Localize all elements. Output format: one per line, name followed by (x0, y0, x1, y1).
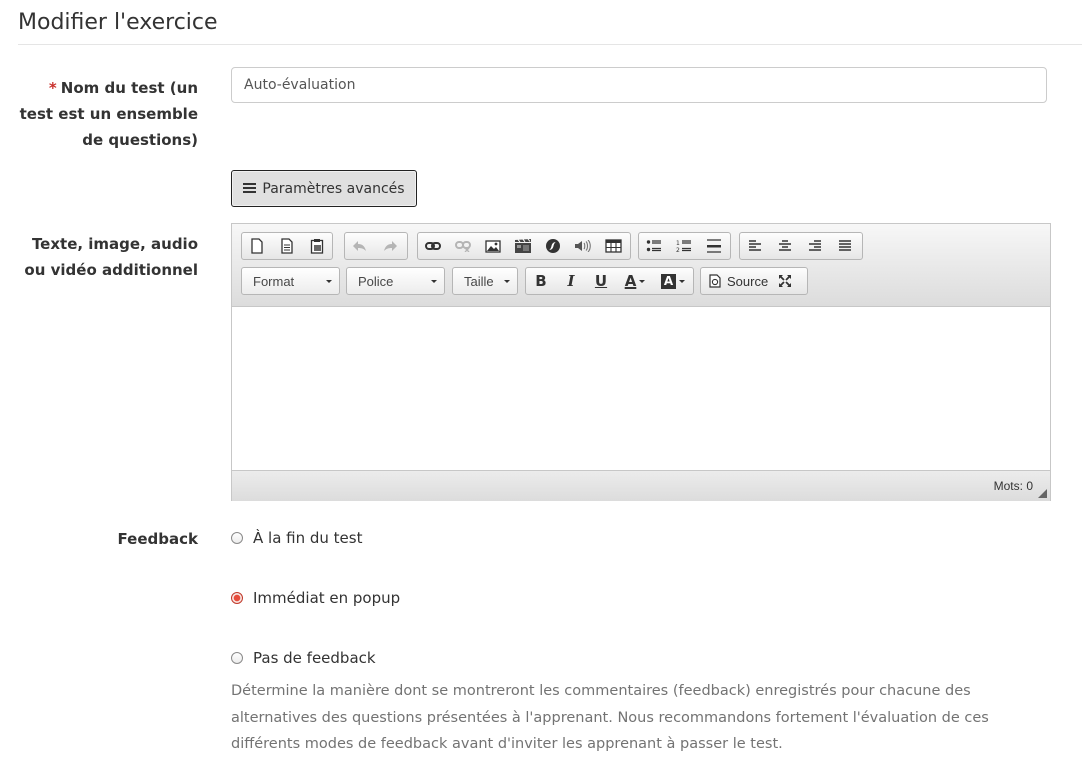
text-color-icon: A (624, 272, 637, 290)
test-name-label: * Nom du test (un test est un ensemble de… (18, 75, 198, 153)
size-select[interactable]: Taille (452, 267, 518, 295)
source-button[interactable]: Source (709, 274, 768, 289)
radio-end-of-test[interactable] (231, 532, 243, 544)
feedback-option-none[interactable]: Pas de feedback (231, 649, 376, 667)
numbered-list-icon[interactable]: 12 (669, 233, 699, 259)
new-page-icon[interactable] (242, 233, 272, 259)
test-name-label-text: Nom du test (un test est un ensemble de … (19, 79, 198, 149)
underline-button[interactable]: U (586, 268, 616, 294)
chevron-down-icon (679, 279, 685, 283)
source-label: Source (727, 273, 769, 289)
italic-button[interactable]: I (556, 268, 586, 294)
editor-toolbar: 12 Format Police Taille B I U A A Source (232, 224, 1050, 307)
toolbar-group-tools: Source (700, 267, 808, 295)
feedback-option-label: Immédiat en popup (253, 589, 401, 607)
size-select-label: Taille (464, 273, 494, 289)
flash-icon[interactable] (538, 233, 568, 259)
chevron-down-icon (431, 280, 437, 283)
table-icon[interactable] (598, 233, 628, 259)
templates-icon[interactable] (272, 233, 302, 259)
audio-icon[interactable] (568, 233, 598, 259)
toolbar-group-align (739, 232, 863, 260)
advanced-settings-button[interactable]: Paramètres avancés (231, 170, 417, 207)
horizontal-rule-icon[interactable] (699, 233, 729, 259)
svg-text:2: 2 (676, 247, 680, 253)
additional-content-label: Texte, image, audio ou vidéo additionnel (24, 235, 198, 279)
title-divider (18, 44, 1082, 45)
undo-icon[interactable] (345, 233, 375, 259)
source-icon (709, 274, 721, 288)
feedback-help-text: Détermine la manière dont se montreront … (231, 683, 989, 752)
bg-color-button[interactable]: A (654, 268, 692, 294)
chevron-down-icon (639, 279, 646, 283)
svg-text:1: 1 (676, 240, 680, 247)
align-right-icon[interactable] (800, 233, 830, 259)
paste-from-word-icon[interactable] (302, 233, 332, 259)
align-center-icon[interactable] (770, 233, 800, 259)
bg-color-icon: A (661, 273, 676, 289)
toolbar-group-history (344, 232, 408, 260)
advanced-settings-label: Paramètres avancés (262, 180, 405, 197)
font-select[interactable]: Police (346, 267, 445, 295)
hamburger-icon (243, 183, 257, 194)
format-select[interactable]: Format (241, 267, 340, 295)
radio-immediate-popup[interactable] (231, 592, 243, 604)
rich-text-editor: 12 Format Police Taille B I U A A Source… (231, 223, 1051, 501)
bulleted-list-icon[interactable] (639, 233, 669, 259)
editor-footer: Mots: 0 (232, 470, 1050, 501)
test-name-input[interactable] (231, 67, 1047, 103)
maximize-icon[interactable] (772, 268, 798, 294)
feedback-option-label: À la fin du test (253, 529, 363, 547)
toolbar-group-lists: 12 (638, 232, 731, 260)
justify-icon[interactable] (830, 233, 860, 259)
editor-content-area[interactable] (232, 307, 1050, 470)
feedback-option-label: Pas de feedback (253, 649, 376, 667)
feedback-option-popup[interactable]: Immédiat en popup (231, 589, 400, 607)
chevron-down-icon (504, 280, 510, 283)
toolbar-group-insert (417, 232, 631, 260)
align-left-icon[interactable] (740, 233, 770, 259)
feedback-option-end[interactable]: À la fin du test (231, 529, 362, 547)
link-icon[interactable] (418, 233, 448, 259)
feedback-label: Feedback (117, 530, 198, 548)
bold-button[interactable]: B (526, 268, 556, 294)
font-select-label: Police (358, 273, 394, 289)
resize-handle-icon[interactable] (1038, 489, 1047, 498)
word-count: Mots: 0 (993, 479, 1033, 493)
format-select-label: Format (253, 273, 295, 289)
toolbar-group-style: B I U A A (525, 267, 694, 295)
redo-icon[interactable] (375, 233, 405, 259)
text-color-button[interactable]: A (616, 268, 654, 294)
image-icon[interactable] (478, 233, 508, 259)
video-icon[interactable] (508, 233, 538, 259)
toolbar-group-document (241, 232, 333, 260)
chevron-down-icon (326, 280, 332, 283)
page-title: Modifier l'exercice (18, 10, 218, 35)
radio-no-feedback[interactable] (231, 652, 243, 664)
required-marker: * (48, 79, 57, 97)
unlink-icon[interactable] (448, 233, 478, 259)
